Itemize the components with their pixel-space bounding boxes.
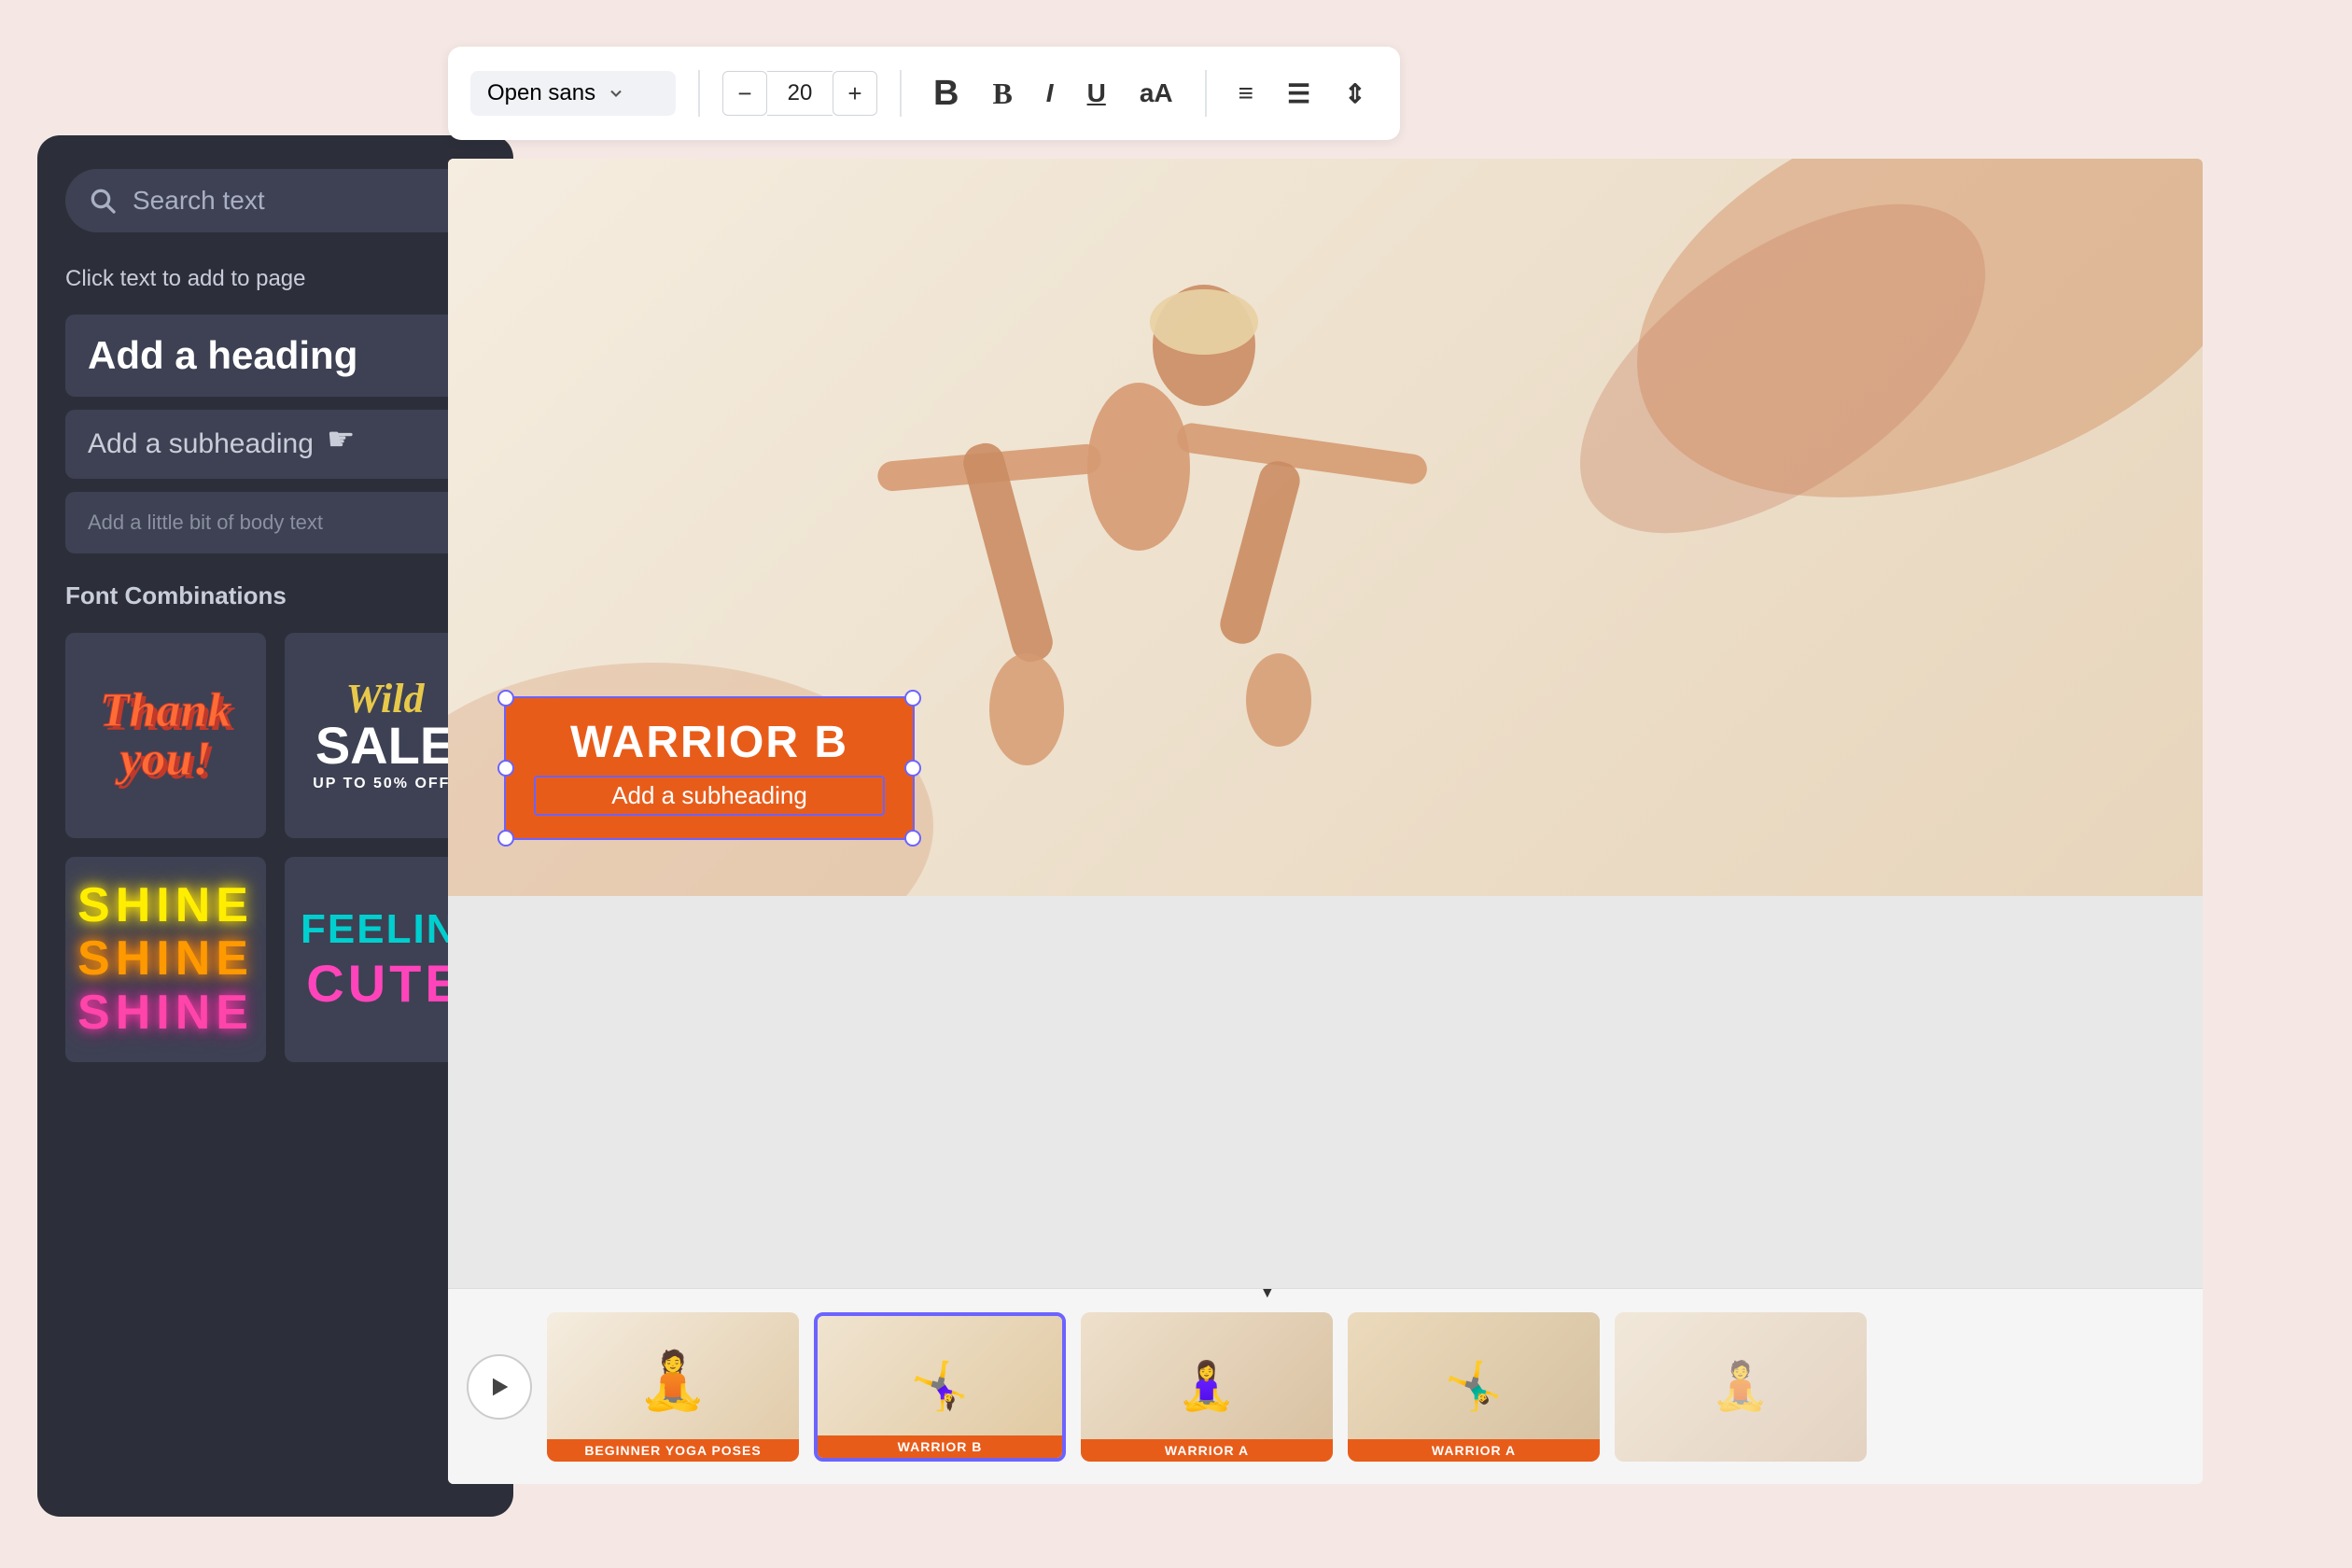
search-icon <box>88 186 118 216</box>
thumb-1-label: BEGINNER YOGA POSES <box>547 1439 799 1462</box>
font-combinations-label: Font Combinations <box>65 581 485 610</box>
font-combo-shine[interactable]: SHINE SHINE SHINE <box>65 857 266 1062</box>
filmstrip-thumb-1[interactable]: 🧘‍♀️ BEGINNER YOGA POSES <box>547 1312 799 1462</box>
font-size-increase-button[interactable]: + <box>833 71 877 116</box>
selection-handle-ml[interactable] <box>497 760 514 777</box>
selection-handle-mr[interactable] <box>904 760 921 777</box>
font-size-value[interactable]: 20 <box>767 71 833 116</box>
toolbar-divider-3 <box>1205 70 1207 117</box>
font-combo-thankyou[interactable]: Thank you! <box>65 633 266 838</box>
canvas-area: WARRIOR B Add a subheading ▼ 🧘‍♀️ BEGINN… <box>448 159 2203 1484</box>
filmstrip-thumb-5[interactable]: 🧘 <box>1615 1312 1867 1462</box>
thumb-3-label: WARRIOR A <box>1081 1439 1333 1462</box>
filmstrip-thumb-4[interactable]: 🤸‍♂️ WARRIOR A <box>1348 1312 1600 1462</box>
filmstrip: ▼ 🧘‍♀️ BEGINNER YOGA POSES 🤸‍♀️ WARRIOR … <box>448 1288 2203 1484</box>
text-toolbar: Open sans − 20 + B B I U aA ≡ ☰ ⇕ <box>448 47 1400 140</box>
warrior-title: WARRIOR B <box>534 717 885 768</box>
toolbar-divider-2 <box>900 70 902 117</box>
filmstrip-thumb-3[interactable]: 🧘‍♀️ WARRIOR A <box>1081 1312 1333 1462</box>
canvas-background: WARRIOR B Add a subheading <box>448 159 2203 896</box>
font-combo-grid: Thank you! Wild SALE UP TO 50% OFF! SHIN… <box>65 633 485 1062</box>
selection-handle-tr[interactable] <box>904 690 921 707</box>
play-button[interactable] <box>467 1354 532 1420</box>
add-subheading-button[interactable]: Add a subheading ☛ <box>65 410 485 479</box>
thumb-5-bg: 🧘 <box>1615 1312 1867 1462</box>
selection-handle-br[interactable] <box>904 830 921 847</box>
toolbar-divider-1 <box>698 70 700 117</box>
font-size-control: − 20 + <box>722 71 877 116</box>
cursor-icon: ☛ <box>327 421 355 458</box>
text-case-button[interactable]: aA <box>1130 71 1183 116</box>
filmstrip-thumb-2[interactable]: 🤸‍♀️ WARRIOR B <box>814 1312 1066 1462</box>
filmstrip-caret: ▼ <box>1253 1288 1282 1305</box>
font-size-large-button[interactable]: B <box>924 66 968 121</box>
add-body-text-button[interactable]: Add a little bit of body text <box>65 492 485 553</box>
thumb-4-label: WARRIOR A <box>1348 1439 1600 1462</box>
chevron-down-icon <box>607 84 625 103</box>
italic-button[interactable]: I <box>1037 71 1063 116</box>
warrior-subheading[interactable]: Add a subheading <box>534 776 885 816</box>
font-size-decrease-button[interactable]: − <box>722 71 767 116</box>
line-spacing-button[interactable]: ⇕ <box>1335 71 1375 117</box>
search-input[interactable] <box>133 186 463 216</box>
add-heading-button[interactable]: Add a heading <box>65 315 485 397</box>
thumb-2-label: WARRIOR B <box>818 1435 1062 1458</box>
bullet-list-button[interactable]: ☰ <box>1278 71 1320 117</box>
left-panel: Click text to add to page Add a heading … <box>37 135 513 1517</box>
bold-button[interactable]: B <box>983 69 1021 119</box>
text-align-button[interactable]: ≡ <box>1229 71 1263 116</box>
click-hint: Click text to add to page <box>65 266 485 292</box>
font-family-selector[interactable]: Open sans <box>470 71 676 116</box>
selection-handle-bl[interactable] <box>497 830 514 847</box>
underline-button[interactable]: U <box>1078 71 1115 116</box>
search-bar[interactable] <box>65 169 485 232</box>
warrior-text-box[interactable]: WARRIOR B Add a subheading <box>504 696 915 840</box>
selection-handle-tl[interactable] <box>497 690 514 707</box>
